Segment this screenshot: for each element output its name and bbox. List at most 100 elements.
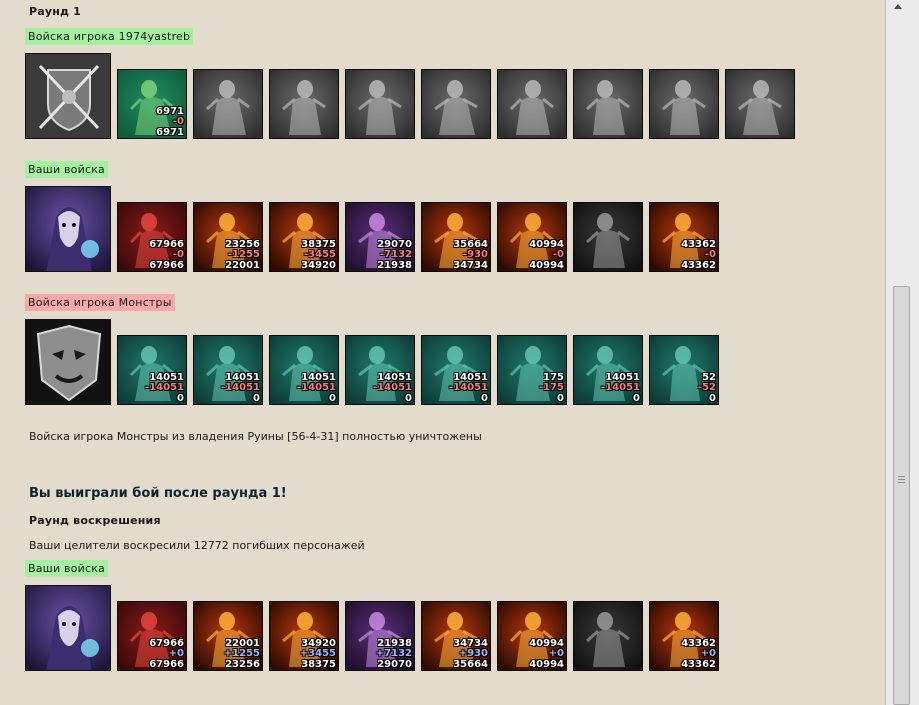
count-change: -14051 [297,382,336,393]
section-label-monsters: Войска игрока Монстры [25,294,175,311]
count-change: -175 [538,382,564,393]
count-change: +0 [700,648,716,659]
count-change: -52 [697,382,716,393]
count-after: 0 [633,393,640,404]
shadow-dragon-portrait-icon: 29070 -7132 21938 [345,202,415,272]
count-change: -930 [462,249,488,260]
count-change: -1255 [228,249,260,260]
vertical-scrollbar[interactable] [885,0,919,705]
count-after: 22001 [225,260,260,271]
count-after: 0 [405,393,412,404]
count-after: 38375 [301,659,336,670]
horned-demon-portrait-icon [573,202,643,272]
count-after: 23256 [225,659,260,670]
troop-row-own: 67966 -0 67966 23256 -1255 22001 38375 -3455 3… [25,186,725,272]
count-after: 40994 [529,659,564,670]
spiked-beast-portrait-icon: 14051 -14051 0 [421,335,491,405]
count-change: -14051 [221,382,260,393]
count-change: -0 [704,249,716,260]
locked-angel-portrait-icon [725,69,795,139]
lizard-monster-portrait-icon: 14051 -14051 0 [117,335,187,405]
demon-warrior-portrait-icon: 40994 -0 40994 [497,202,567,272]
undead-wizard-portrait-icon [25,186,111,272]
pit-lord-portrait-icon: 43362 -0 43362 [649,202,719,272]
skeleton-archer-portrait-icon: 23256 -1255 22001 [193,202,263,272]
section-label-own-troops: Ваши войска [25,161,108,178]
locked-archer-portrait-icon [497,69,567,139]
count-change: -0 [552,249,564,260]
locked-warrior-portrait-icon [269,69,339,139]
battle-report: Раунд 1 Войска игрока 1974yastreb 6971 -0… [0,0,885,705]
fire-beast-portrait-icon: 34734 +930 35664 [421,601,491,671]
count-after: 43362 [681,659,716,670]
skeleton-archer-portrait-icon: 22001 +1255 23256 [193,601,263,671]
scroll-up-arrow-icon[interactable] [894,4,902,9]
undead-wizard-portrait-icon [25,585,111,671]
round-title: Раунд 1 [29,5,82,18]
orc-shaman-portrait-icon: 14051 -14051 0 [269,335,339,405]
crimson-demon-portrait-icon: 175 -175 0 [497,335,567,405]
grip-icon [898,476,905,483]
troop-row-attacker: 6971 -0 6971 [25,53,795,139]
count-after: 0 [481,393,488,404]
troop-row-final: 67966 +0 67966 22001 +1255 23256 34920 +3455 3… [25,585,725,671]
count-change: -14051 [601,382,640,393]
count-after: 21938 [377,260,412,271]
count-after: 0 [709,393,716,404]
bone-dragon-portrait-icon: 67966 +0 67966 [117,601,187,671]
count-after: 0 [557,393,564,404]
count-change: +0 [168,648,184,659]
count-after: 67966 [149,659,184,670]
count-after: 34734 [453,260,488,271]
count-after: 0 [177,393,184,404]
crossed-arrows-crest-icon [25,53,111,139]
locked-knight-portrait-icon [345,69,415,139]
red-crystal-portrait-icon: 14051 -14051 0 [573,335,643,405]
resurrection-message: Ваши целители воскресили 12772 погибших … [29,539,365,552]
section-label-final-troops: Ваши войска [25,560,108,577]
fire-beast-portrait-icon: 35664 -930 34734 [421,202,491,272]
red-gargoyle-portrait-icon: 14051 -14051 0 [345,335,415,405]
hell-hound-portrait-icon: 34920 +3455 38375 [269,601,339,671]
count-after: 6971 [156,127,184,138]
shadow-dragon-portrait-icon: 21938 +7132 29070 [345,601,415,671]
victory-message: Вы выиграли бой после раунда 1! [29,486,287,501]
tentacle-demon-portrait-icon: 52 -52 0 [649,335,719,405]
count-change: +0 [548,648,564,659]
count-change: -7132 [380,249,412,260]
locked-griffin-portrait-icon [421,69,491,139]
hell-hound-portrait-icon: 38375 -3455 34920 [269,202,339,272]
count-after: 0 [253,393,260,404]
resurrection-title: Раунд воскрешения [29,514,161,527]
demon-warrior-portrait-icon: 40994 +0 40994 [497,601,567,671]
count-after: 34920 [301,260,336,271]
count-after: 29070 [377,659,412,670]
section-label-attacker: Войска игрока 1974yastreb [25,28,194,45]
count-after: 67966 [149,260,184,271]
locked-mage-portrait-icon [573,69,643,139]
troop-row-monsters: 14051 -14051 0 14051 -14051 0 14051 -14051 0 1… [25,319,725,405]
count-change: +3455 [299,648,336,659]
count-change: -14051 [373,382,412,393]
bone-dragon-portrait-icon: 67966 -0 67966 [117,202,187,272]
locked-swordsman-portrait-icon [193,69,263,139]
skull-golem-portrait-icon: 14051 -14051 0 [193,335,263,405]
destroyed-message: Войска игрока Монстры из владения Руины … [29,430,482,443]
horned-demon-portrait-icon [573,601,643,671]
count-change: +7132 [375,648,412,659]
count-change: -3455 [304,249,336,260]
scrollbar-thumb[interactable] [893,286,910,705]
count-change: +930 [458,648,488,659]
locked-monk-portrait-icon [649,69,719,139]
count-change: -0 [172,249,184,260]
count-change: -14051 [145,382,184,393]
count-change: -14051 [449,382,488,393]
count-after: 40994 [529,260,564,271]
count-after: 35664 [453,659,488,670]
stone-face-crest-icon [25,319,111,405]
count-change: +1255 [223,648,260,659]
gnome-archer-portrait-icon: 6971 -0 6971 [117,69,187,139]
pit-lord-portrait-icon: 43362 +0 43362 [649,601,719,671]
count-after: 0 [329,393,336,404]
count-change: -0 [172,116,184,127]
